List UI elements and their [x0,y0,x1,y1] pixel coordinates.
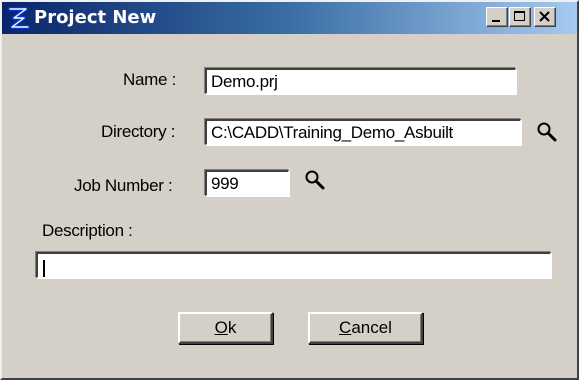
job-number-field[interactable]: 999 [205,170,289,196]
directory-field[interactable]: C:\CADD\Training_Demo_Asbuilt [205,119,521,145]
cancel-label: ancel [351,318,392,337]
maximize-button[interactable] [509,7,531,27]
close-icon [539,11,550,22]
minimize-button[interactable] [486,7,508,27]
ok-mnemonic: O [214,318,228,337]
description-field[interactable] [36,252,551,278]
maximize-icon [514,11,525,21]
cancel-button[interactable]: Cancel [308,312,423,344]
project-new-dialog: Project New Name : Demo.prj Directory : … [0,0,579,380]
directory-search-icon[interactable] [536,121,558,143]
window-title: Project New [34,7,157,28]
close-button[interactable] [534,7,556,27]
minimize-icon [492,20,500,22]
text-caret [43,260,45,277]
cancel-mnemonic: C [339,318,352,337]
title-bar[interactable]: Project New [2,2,577,34]
ok-label: k [227,318,237,337]
ok-button[interactable]: Ok [178,312,273,344]
description-label: Description : [42,221,133,240]
job-number-label: Job Number : [74,176,173,195]
job-number-search-icon[interactable] [304,169,326,191]
app-logo-icon [7,6,31,30]
directory-label: Directory : [101,122,176,141]
name-label: Name : [123,70,176,89]
name-field[interactable]: Demo.prj [205,68,516,94]
